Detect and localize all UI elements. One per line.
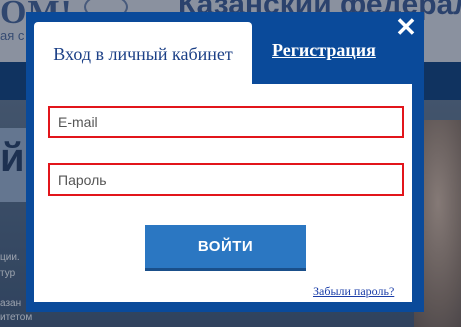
tab-login-label: Вход в личный кабинет — [53, 43, 233, 64]
password-field[interactable] — [48, 163, 404, 196]
close-icon[interactable]: ✕ — [393, 14, 419, 40]
login-button[interactable]: ВОЙТИ — [145, 225, 306, 271]
tab-register[interactable]: Регистрация — [272, 40, 376, 61]
forgot-password-link[interactable]: Забыли пароль? — [313, 284, 394, 299]
tab-login[interactable]: Вход в личный кабинет — [34, 22, 252, 86]
email-field[interactable] — [48, 106, 404, 138]
